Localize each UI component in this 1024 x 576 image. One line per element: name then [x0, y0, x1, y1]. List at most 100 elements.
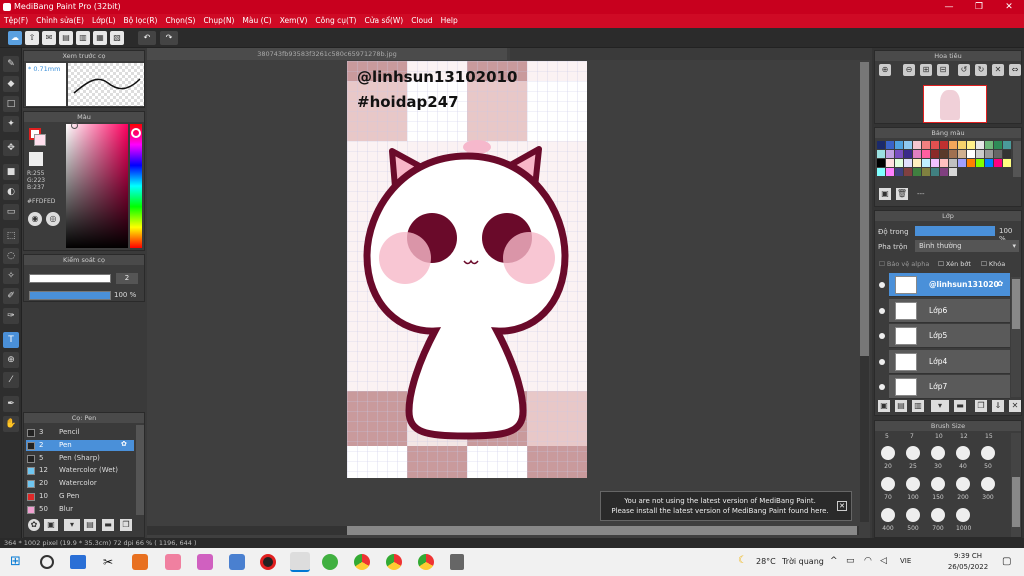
operation-tool-icon[interactable]: ⊕: [3, 352, 19, 368]
chrome-icon-2[interactable]: [386, 554, 402, 570]
menu-snap[interactable]: Chụp(N): [199, 14, 238, 27]
navigator-thumbnail[interactable]: [923, 85, 987, 123]
menu-filter[interactable]: Bộ lọc(R): [120, 14, 162, 27]
palette-swatch[interactable]: [967, 150, 975, 158]
palette-swatch[interactable]: [976, 141, 984, 149]
palette-swatch[interactable]: [877, 168, 885, 176]
palette-swatch[interactable]: [985, 141, 993, 149]
brush-folder-icon[interactable]: ▬: [102, 519, 114, 531]
palette-swatch[interactable]: [895, 168, 903, 176]
size-slider[interactable]: [29, 274, 111, 283]
brush-size-dot[interactable]: [956, 446, 970, 460]
layer-opacity-slider[interactable]: [915, 226, 995, 236]
palette-swatch[interactable]: [904, 150, 912, 158]
volume-icon[interactable]: ◁: [880, 556, 887, 566]
brush-size-option[interactable]: 5: [885, 433, 889, 440]
layer-row[interactable]: Lớp5: [879, 324, 1010, 349]
rotate-left-icon[interactable]: ↺: [958, 64, 970, 76]
windows-start-icon[interactable]: ⊞: [10, 555, 24, 569]
palette-swatch[interactable]: [976, 159, 984, 167]
maximize-button[interactable]: ❐: [964, 0, 994, 14]
weather-text[interactable]: Trời quang: [782, 557, 824, 566]
grid-page-icon[interactable]: ▦: [93, 31, 107, 45]
medibang-taskbar-icon[interactable]: [290, 552, 310, 572]
palette-swatch[interactable]: [940, 141, 948, 149]
rotate-right-icon[interactable]: ↻: [975, 64, 987, 76]
notification-close-icon[interactable]: ✕: [837, 501, 847, 511]
calculator-icon[interactable]: [450, 554, 464, 570]
layer-row[interactable]: @linhsun131020 ✿: [879, 273, 1010, 297]
layer-scrollbar[interactable]: [1011, 277, 1021, 397]
close-button[interactable]: ✕: [994, 0, 1024, 14]
lasso-tool-icon[interactable]: ◌: [3, 248, 19, 264]
palette-swatch[interactable]: [886, 141, 894, 149]
palette-swatch[interactable]: [922, 141, 930, 149]
menu-layer[interactable]: Lớp(L): [88, 14, 120, 27]
duplicate-layer-icon[interactable]: ❐: [975, 400, 987, 412]
palette-swatch[interactable]: [967, 159, 975, 167]
clipping-checkbox[interactable]: ☐ Xén bớt: [938, 260, 971, 268]
brush-size-dot[interactable]: [981, 477, 995, 491]
menu-tools[interactable]: Công cụ(T): [311, 14, 360, 27]
redo-icon[interactable]: ↷: [160, 31, 178, 45]
hand-tool-icon[interactable]: ✋: [3, 416, 19, 432]
taskview-icon[interactable]: [70, 555, 86, 569]
undo-icon[interactable]: ↶: [138, 31, 156, 45]
record-icon[interactable]: [260, 554, 276, 570]
menu-window[interactable]: Cửa sổ(W): [360, 14, 407, 27]
palette-swatch[interactable]: [994, 159, 1002, 167]
palette-swatch[interactable]: [895, 150, 903, 158]
palette-swatch[interactable]: [877, 141, 885, 149]
menu-color[interactable]: Màu (C): [238, 14, 275, 27]
layer-folder-icon[interactable]: ▬: [954, 400, 966, 412]
brush-size-dot[interactable]: [881, 446, 895, 460]
upload-icon[interactable]: ⇧: [25, 31, 39, 45]
picker-cursor[interactable]: [71, 122, 78, 129]
chrome-icon-3[interactable]: [418, 554, 434, 570]
flip-icon[interactable]: ⇔: [1009, 64, 1021, 76]
update-notification[interactable]: You are not using the latest version of …: [600, 491, 852, 521]
palette-swatch[interactable]: [877, 159, 885, 167]
lock-checkbox[interactable]: ☐ Khóa: [981, 260, 1005, 268]
new-layer-1bit-icon[interactable]: ▥: [912, 400, 924, 412]
layer-visibility-icon[interactable]: [879, 333, 885, 340]
weather-icon[interactable]: ☾: [738, 555, 747, 566]
eyedropper-tool-icon[interactable]: ⁄: [3, 372, 19, 388]
palette-swatch[interactable]: [886, 150, 894, 158]
palette-swatch[interactable]: [886, 168, 894, 176]
zoom-in-icon[interactable]: ⊕: [879, 64, 891, 76]
brush-size-dot[interactable]: [956, 477, 970, 491]
delete-layer-icon[interactable]: ✕: [1009, 400, 1021, 412]
search-icon[interactable]: [40, 555, 54, 569]
layer-scrollbar-thumb[interactable]: [1012, 279, 1020, 329]
document-icon[interactable]: ▤: [59, 31, 73, 45]
brush-size-dot[interactable]: [881, 508, 895, 522]
layer-visibility-icon[interactable]: [879, 282, 885, 288]
palette-icon[interactable]: ◉: [28, 212, 42, 226]
palette-swatch[interactable]: [949, 168, 957, 176]
new-layer-8bit-icon[interactable]: ▤: [895, 400, 907, 412]
layer-visibility-icon[interactable]: [879, 384, 885, 391]
brush-settings-icon[interactable]: ✿: [28, 519, 40, 531]
weather-temp[interactable]: 28°C: [756, 557, 776, 566]
brush-size-dot[interactable]: [931, 446, 945, 460]
brush-list-item[interactable]: 50 Blur: [26, 504, 134, 516]
magic-wand-icon[interactable]: ✦: [3, 116, 19, 132]
document-tab[interactable]: 380743fb93583f3261c580c65971278b.jpg: [147, 48, 507, 60]
palette-swatch[interactable]: [886, 159, 894, 167]
brush-list-item[interactable]: 12 Watercolor (Wet): [26, 465, 134, 477]
select-wand-icon[interactable]: ✧: [3, 268, 19, 284]
menu-file[interactable]: Tệp(F): [0, 14, 32, 27]
palette-swatch[interactable]: [994, 141, 1002, 149]
opacity-slider[interactable]: [29, 291, 111, 300]
secondary-color-swatch[interactable]: [34, 134, 46, 146]
palette-swatch[interactable]: [931, 159, 939, 167]
brush-size-option[interactable]: 15: [985, 433, 993, 440]
palette-swatch[interactable]: [877, 150, 885, 158]
palette-swatch[interactable]: [931, 150, 939, 158]
layer-gear-icon[interactable]: ✿: [997, 279, 1003, 288]
palette-swatch[interactable]: [922, 168, 930, 176]
palette-swatch[interactable]: [913, 159, 921, 167]
shape-fill-icon[interactable]: ■: [3, 164, 19, 180]
palette-swatch[interactable]: [976, 150, 984, 158]
